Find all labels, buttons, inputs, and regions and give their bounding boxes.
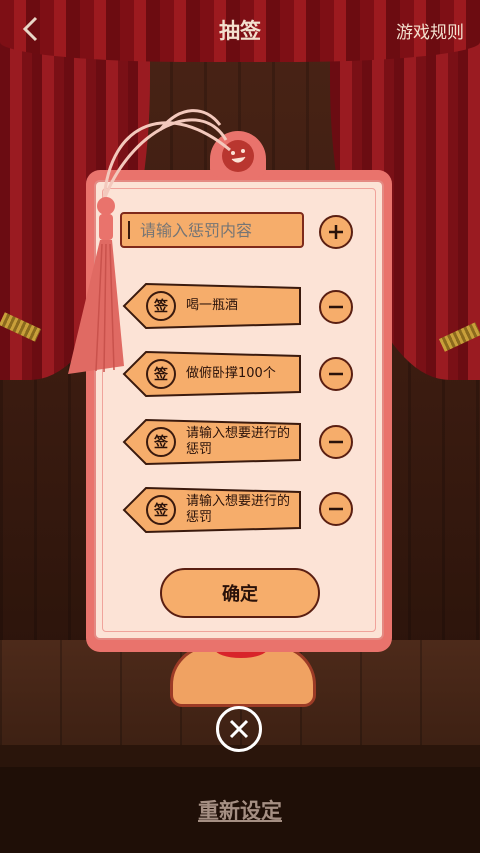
lot-item[interactable]: 签 请输入想要进行的惩罚 (122, 418, 302, 466)
lot-badge-label: 签 (154, 367, 168, 383)
minus-circle-icon (329, 305, 343, 309)
minus-circle-icon (329, 440, 343, 444)
lot-badge-label: 签 (154, 503, 168, 519)
close-button[interactable] (216, 706, 262, 752)
lot-badge: 签 (146, 359, 176, 389)
add-punishment-button[interactable] (319, 215, 353, 249)
punishment-input[interactable] (120, 212, 304, 248)
lot-badge: 签 (146, 291, 176, 321)
remove-lot-button[interactable] (319, 425, 353, 459)
remove-lot-button[interactable] (319, 492, 353, 526)
lot-text: 请输入想要进行的惩罚 (186, 494, 291, 525)
lot-badge: 签 (146, 427, 176, 457)
lot-item[interactable]: 签 请输入想要进行的惩罚 (122, 486, 302, 534)
remove-lot-button[interactable] (319, 290, 353, 324)
lot-text: 做俯卧撑100个 (186, 366, 276, 381)
smile-icon (222, 140, 254, 172)
card-inner-border (102, 188, 376, 632)
lot-item[interactable]: 签 喝一瓶酒 (122, 282, 302, 330)
minus-circle-icon (329, 372, 343, 376)
text-caret (128, 221, 130, 239)
lot-badge-label: 签 (154, 435, 168, 451)
header-bar: 抽签 游戏规则 (0, 0, 480, 58)
reset-settings-link[interactable]: 重新设定 (0, 795, 480, 825)
tassel-icon (66, 196, 126, 376)
lot-text: 请输入想要进行的惩罚 (186, 426, 291, 457)
game-rules-link[interactable]: 游戏规则 (396, 18, 464, 43)
plus-circle-icon (329, 225, 343, 239)
lot-badge-label: 签 (154, 299, 168, 315)
minus-circle-icon (329, 507, 343, 511)
lot-item[interactable]: 签 做俯卧撑100个 (122, 350, 302, 398)
remove-lot-button[interactable] (319, 357, 353, 391)
lot-badge: 签 (146, 495, 176, 525)
lot-text: 喝一瓶酒 (186, 298, 239, 313)
confirm-button[interactable]: 确定 (160, 568, 320, 618)
close-circle-icon (229, 719, 249, 739)
